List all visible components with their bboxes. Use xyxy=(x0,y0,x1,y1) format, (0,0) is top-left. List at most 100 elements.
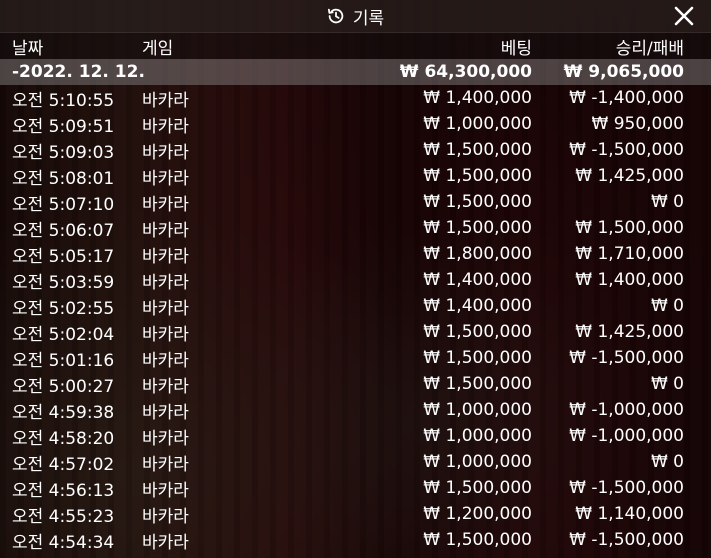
row-time: 오전 5:08:01 xyxy=(12,168,115,189)
table-row[interactable]: 오전 5:06:07 바카라 ₩ 1,500,000 ₩ 1,500,000 xyxy=(0,215,711,241)
column-result: 승리/패배 xyxy=(615,38,684,59)
column-date: 날짜 xyxy=(12,38,44,59)
row-game: 바카라 xyxy=(142,454,189,475)
row-game: 바카라 xyxy=(142,376,189,397)
row-result: ₩ -1,000,000 xyxy=(569,426,684,446)
row-time: 오전 4:57:02 xyxy=(12,454,115,475)
table-row[interactable]: 오전 4:56:13 바카라 ₩ 1,500,000 ₩ -1,500,000 xyxy=(0,475,711,501)
table-row[interactable]: 오전 4:57:02 바카라 ₩ 1,000,000 ₩ 0 xyxy=(0,449,711,475)
row-bet: ₩ 1,400,000 xyxy=(423,270,532,290)
row-time: 오전 4:59:38 xyxy=(12,402,115,423)
row-bet: ₩ 1,200,000 xyxy=(423,504,532,524)
row-bet: ₩ 1,500,000 xyxy=(423,166,532,186)
summary-row[interactable]: -2022. 12. 12. ₩ 64,300,000 ₩ 9,065,000 xyxy=(0,59,711,85)
table-row[interactable]: 오전 5:02:55 바카라 ₩ 1,400,000 ₩ 0 xyxy=(0,293,711,319)
summary-date: -2022. 12. 12. xyxy=(12,62,145,82)
row-bet: ₩ 1,800,000 xyxy=(423,244,532,264)
row-time: 오전 5:09:51 xyxy=(12,116,115,137)
close-button[interactable] xyxy=(673,5,695,27)
row-bet: ₩ 1,400,000 xyxy=(423,296,532,316)
table-row[interactable]: 오전 5:03:59 바카라 ₩ 1,400,000 ₩ 1,400,000 xyxy=(0,267,711,293)
row-game: 바카라 xyxy=(142,194,189,215)
row-result: ₩ 950,000 xyxy=(591,114,684,134)
table-row[interactable]: 오전 4:58:20 바카라 ₩ 1,000,000 ₩ -1,000,000 xyxy=(0,423,711,449)
row-time: 오전 4:58:20 xyxy=(12,428,115,449)
row-time: 오전 5:10:55 xyxy=(12,90,115,111)
row-bet: ₩ 1,500,000 xyxy=(423,478,532,498)
row-game: 바카라 xyxy=(142,324,189,345)
table-row[interactable]: 오전 5:10:55 바카라 ₩ 1,400,000 ₩ -1,400,000 xyxy=(0,85,711,111)
row-game: 바카라 xyxy=(142,402,189,423)
history-table: 날짜 게임 베팅 승리/패배 -2022. 12. 12. ₩ 64,300,0… xyxy=(0,33,711,553)
row-result: ₩ 1,425,000 xyxy=(575,322,684,342)
row-time: 오전 5:02:55 xyxy=(12,298,115,319)
column-bet: 베팅 xyxy=(500,38,532,59)
row-time: 오전 4:54:34 xyxy=(12,532,115,553)
row-result: ₩ 1,140,000 xyxy=(575,504,684,524)
row-game: 바카라 xyxy=(142,90,189,111)
row-bet: ₩ 1,400,000 xyxy=(423,88,532,108)
table-row[interactable]: 오전 4:59:38 바카라 ₩ 1,000,000 ₩ -1,000,000 xyxy=(0,397,711,423)
page-title: 기록 xyxy=(352,8,385,29)
table-row[interactable]: 오전 5:02:04 바카라 ₩ 1,500,000 ₩ 1,425,000 xyxy=(0,319,711,345)
row-bet: ₩ 1,000,000 xyxy=(423,452,532,472)
row-result: ₩ -1,500,000 xyxy=(569,478,684,498)
row-time: 오전 4:55:23 xyxy=(12,506,115,527)
column-game: 게임 xyxy=(142,38,174,59)
row-time: 오전 5:02:04 xyxy=(12,324,115,345)
row-result: ₩ 1,425,000 xyxy=(575,166,684,186)
table-header: 날짜 게임 베팅 승리/패배 xyxy=(0,33,711,59)
row-game: 바카라 xyxy=(142,532,189,553)
row-time: 오전 5:05:17 xyxy=(12,246,115,267)
row-bet: ₩ 1,500,000 xyxy=(423,348,532,368)
row-bet: ₩ 1,000,000 xyxy=(423,400,532,420)
row-result: ₩ 1,500,000 xyxy=(575,218,684,238)
table-row[interactable]: 오전 5:09:51 바카라 ₩ 1,000,000 ₩ 950,000 xyxy=(0,111,711,137)
row-game: 바카라 xyxy=(142,428,189,449)
table-row[interactable]: 오전 5:05:17 바카라 ₩ 1,800,000 ₩ 1,710,000 xyxy=(0,241,711,267)
row-bet: ₩ 1,500,000 xyxy=(423,192,532,212)
row-bet: ₩ 1,500,000 xyxy=(423,140,532,160)
row-result: ₩ 0 xyxy=(650,192,684,212)
row-bet: ₩ 1,500,000 xyxy=(423,530,532,550)
row-bet: ₩ 1,500,000 xyxy=(423,218,532,238)
row-time: 오전 5:06:07 xyxy=(12,220,115,241)
row-result: ₩ 0 xyxy=(650,452,684,472)
row-bet: ₩ 1,500,000 xyxy=(423,322,532,342)
summary-bet: ₩ 64,300,000 xyxy=(399,62,532,82)
row-result: ₩ 1,400,000 xyxy=(575,270,684,290)
history-rows: 오전 5:10:55 바카라 ₩ 1,400,000 ₩ -1,400,000 오전 5… xyxy=(0,85,711,553)
title-group: 기록 xyxy=(327,4,384,29)
row-time: 오전 5:01:16 xyxy=(12,350,115,371)
row-game: 바카라 xyxy=(142,246,189,267)
close-icon xyxy=(674,6,694,26)
row-game: 바카라 xyxy=(142,220,189,241)
row-bet: ₩ 1,000,000 xyxy=(423,114,532,134)
summary-result: ₩ 9,065,000 xyxy=(563,62,684,82)
table-row[interactable]: 오전 4:55:23 바카라 ₩ 1,200,000 ₩ 1,140,000 xyxy=(0,501,711,527)
row-bet: ₩ 1,000,000 xyxy=(423,426,532,446)
table-row[interactable]: 오전 5:01:16 바카라 ₩ 1,500,000 ₩ -1,500,000 xyxy=(0,345,711,371)
row-result: ₩ 1,710,000 xyxy=(575,244,684,264)
row-game: 바카라 xyxy=(142,480,189,501)
table-row[interactable]: 오전 5:09:03 바카라 ₩ 1,500,000 ₩ -1,500,000 xyxy=(0,137,711,163)
history-icon xyxy=(327,7,345,25)
table-row[interactable]: 오전 5:00:27 바카라 ₩ 1,500,000 ₩ 0 xyxy=(0,371,711,397)
history-panel: 기록 날짜 게임 베팅 승리/패배 -2022. 12. 12. ₩ 64,30… xyxy=(0,0,711,558)
row-time: 오전 5:09:03 xyxy=(12,142,115,163)
row-result: ₩ 0 xyxy=(650,374,684,394)
table-row[interactable]: 오전 4:54:34 바카라 ₩ 1,500,000 ₩ -1,500,000 xyxy=(0,527,711,553)
table-row[interactable]: 오전 5:08:01 바카라 ₩ 1,500,000 ₩ 1,425,000 xyxy=(0,163,711,189)
row-game: 바카라 xyxy=(142,142,189,163)
row-game: 바카라 xyxy=(142,168,189,189)
row-time: 오전 5:00:27 xyxy=(12,376,115,397)
row-game: 바카라 xyxy=(142,116,189,137)
row-result: ₩ 0 xyxy=(650,296,684,316)
table-row[interactable]: 오전 5:07:10 바카라 ₩ 1,500,000 ₩ 0 xyxy=(0,189,711,215)
row-result: ₩ -1,400,000 xyxy=(569,88,684,108)
row-result: ₩ -1,000,000 xyxy=(569,400,684,420)
row-result: ₩ -1,500,000 xyxy=(569,140,684,160)
row-result: ₩ -1,500,000 xyxy=(569,348,684,368)
row-time: 오전 5:07:10 xyxy=(12,194,115,215)
row-game: 바카라 xyxy=(142,272,189,293)
